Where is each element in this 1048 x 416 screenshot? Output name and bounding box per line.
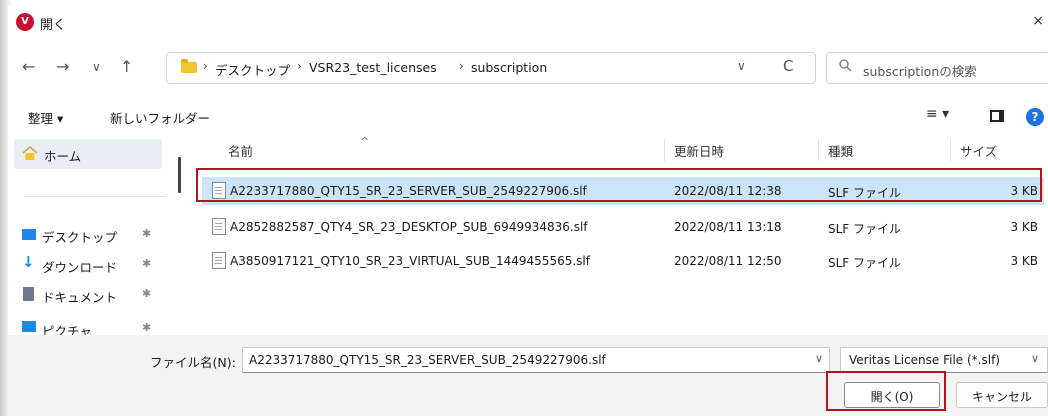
command-bar: 整理 ▾ 新しいフォルダー ≡ ▾ ?: [8, 101, 1048, 133]
selected-file-highlight-outline: [196, 168, 1042, 202]
sidebar-item-downloads[interactable]: ↓ ダウンロード ✱: [14, 251, 174, 279]
picture-icon: [22, 321, 36, 332]
divider: [24, 196, 166, 197]
column-separator[interactable]: [664, 139, 665, 161]
file-size: 3 KB: [1010, 254, 1038, 268]
recent-locations-chevron-icon[interactable]: ∨: [92, 60, 101, 74]
sidebar-item-label: ドキュメント: [42, 290, 118, 305]
cancel-button[interactable]: キャンセル: [956, 382, 1048, 408]
breadcrumb-subscription[interactable]: subscription: [471, 60, 547, 75]
column-header-type[interactable]: 種類: [828, 141, 853, 160]
refresh-icon[interactable]: C: [783, 57, 793, 75]
navigation-bar: ← → ∨ ↑ › デスクトップ › VSR23_test_licenses ›…: [8, 45, 1048, 89]
sidebar-item-desktop[interactable]: デスクトップ ✱: [14, 221, 174, 249]
breadcrumb-separator: ›: [459, 59, 464, 73]
filetype-dropdown-chevron-icon[interactable]: ∨: [1031, 352, 1039, 365]
back-arrow-icon[interactable]: ←: [22, 57, 35, 76]
navigation-pane: ホーム デスクトップ ✱ ↓ ダウンロード ✱ ドキュメント ✱ ピクチャ ✱: [8, 139, 176, 339]
breadcrumb-desktop[interactable]: デスクトップ: [215, 60, 290, 79]
sidebar-item-label: ダウンロード: [42, 260, 118, 275]
filename-dropdown-chevron-icon[interactable]: ∨: [815, 352, 823, 365]
cancel-button-label: キャンセル: [971, 390, 1032, 404]
filename-label: ファイル名(N):: [150, 355, 236, 370]
title-bar: V 開く ×: [8, 5, 1048, 41]
file-icon: [212, 218, 226, 235]
sort-ascending-icon: ^: [360, 135, 370, 148]
pin-icon[interactable]: ✱: [142, 321, 151, 334]
download-icon: ↓: [22, 253, 35, 271]
open-file-dialog: V 開く × ← → ∨ ↑ › デスクトップ › VSR23_test_lic…: [8, 5, 1048, 416]
file-type: SLF ファイル: [828, 256, 902, 270]
address-bar[interactable]: › デスクトップ › VSR23_test_licenses › subscri…: [166, 52, 816, 84]
close-icon[interactable]: ×: [1032, 13, 1044, 29]
home-icon: [22, 146, 38, 160]
pin-icon[interactable]: ✱: [142, 287, 151, 300]
document-icon: [23, 287, 34, 301]
sidebar-item-label: デスクトップ: [42, 230, 118, 245]
sidebar-item-home[interactable]: ホーム: [14, 139, 162, 169]
search-box[interactable]: subscriptionの検索: [826, 52, 1048, 84]
filename-input[interactable]: A2233717880_QTY15_SR_23_SERVER_SUB_25492…: [242, 347, 830, 373]
preview-pane-icon[interactable]: [990, 110, 1004, 122]
sidebar-item-label: ホーム: [44, 149, 82, 164]
address-dropdown-chevron-icon[interactable]: ∨: [737, 59, 746, 73]
column-header-modified[interactable]: 更新日時: [674, 141, 724, 160]
pin-icon[interactable]: ✱: [142, 257, 151, 270]
sidebar-item-documents[interactable]: ドキュメント ✱: [14, 281, 174, 309]
veritas-icon: V: [16, 13, 34, 31]
breadcrumb-separator: ›: [297, 59, 302, 73]
filetype-select[interactable]: Veritas License File (*.slf) ∨: [840, 347, 1048, 373]
pin-icon[interactable]: ✱: [142, 227, 151, 240]
breadcrumb-separator: ›: [203, 59, 208, 73]
file-modified: 2022/08/11 12:50: [674, 254, 782, 268]
forward-arrow-icon[interactable]: →: [56, 57, 69, 76]
sidebar-item-pictures[interactable]: ピクチャ ✱: [14, 311, 174, 335]
view-options-button[interactable]: ≡ ▾: [926, 106, 949, 122]
filetype-value: Veritas License File (*.slf): [849, 353, 1000, 367]
column-header-size[interactable]: サイズ: [960, 141, 997, 160]
column-separator[interactable]: [818, 139, 819, 161]
file-icon: [212, 252, 226, 269]
file-size: 3 KB: [1010, 220, 1038, 234]
file-row[interactable]: A2852882587_QTY4_SR_23_DESKTOP_SUB_69499…: [202, 213, 1044, 241]
dialog-title: 開く: [40, 18, 67, 33]
breadcrumb-vsr23-test-licenses[interactable]: VSR23_test_licenses: [309, 60, 437, 75]
desktop-icon: [22, 229, 36, 240]
open-button-highlight-outline: [826, 371, 946, 411]
file-modified: 2022/08/11 13:18: [674, 220, 782, 234]
organize-button[interactable]: 整理 ▾: [28, 108, 63, 127]
search-icon: [839, 59, 852, 76]
file-name: A2852882587_QTY4_SR_23_DESKTOP_SUB_69499…: [230, 220, 588, 234]
sidebar-item-label: ピクチャ: [42, 324, 92, 335]
folder-icon: [181, 59, 197, 73]
column-header-name[interactable]: 名前: [228, 141, 253, 160]
help-icon[interactable]: ?: [1026, 108, 1044, 126]
file-name: A3850917121_QTY10_SR_23_VIRTUAL_SUB_1449…: [230, 254, 590, 268]
column-separator[interactable]: [950, 139, 951, 161]
search-placeholder: subscriptionの検索: [863, 64, 977, 79]
file-row[interactable]: A3850917121_QTY10_SR_23_VIRTUAL_SUB_1449…: [202, 247, 1044, 275]
filename-value: A2233717880_QTY15_SR_23_SERVER_SUB_25492…: [249, 353, 606, 367]
pane-splitter[interactable]: [178, 157, 181, 193]
up-arrow-icon[interactable]: ↑: [120, 57, 133, 76]
file-type: SLF ファイル: [828, 222, 902, 236]
new-folder-button[interactable]: 新しいフォルダー: [110, 108, 210, 127]
file-list: ^ 名前 更新日時 種類 サイズ A2233717880_QTY15_SR_23…: [190, 135, 1048, 335]
